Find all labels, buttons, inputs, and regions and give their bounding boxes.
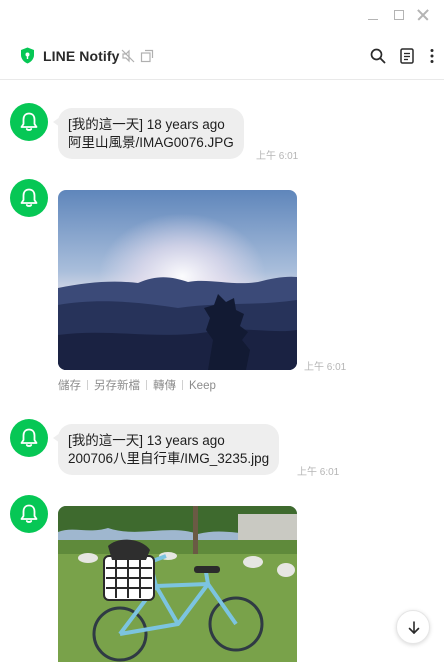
arrow-down-icon	[408, 621, 420, 634]
message-time: 上午 6:01	[304, 362, 347, 373]
save-action[interactable]: 儲存	[58, 380, 81, 392]
bell-icon	[20, 428, 38, 447]
bell-icon	[20, 112, 38, 131]
notes-icon[interactable]	[398, 47, 416, 65]
message-bubble[interactable]: [我的這一天] 13 years ago 200706八里自行車/IMG_323…	[52, 424, 280, 475]
chat-title: LINE Notify	[43, 48, 120, 64]
keep-action[interactable]: Keep	[189, 380, 216, 392]
forward-action[interactable]: 轉傳	[153, 380, 176, 392]
notify-avatar[interactable]	[10, 103, 48, 141]
mute-icon	[121, 49, 135, 63]
message-time: 上午 6:01	[297, 467, 340, 478]
window-controls	[364, 0, 444, 30]
notify-avatar[interactable]	[10, 495, 48, 533]
message-line: [我的這一天] 13 years ago	[68, 433, 225, 448]
notify-avatar[interactable]	[10, 419, 48, 457]
external-link-icon[interactable]	[140, 49, 154, 63]
divider	[87, 380, 88, 390]
divider	[182, 380, 183, 390]
message-line: 阿里山風景/IMAG0076.JPG	[68, 135, 234, 150]
bicycle-park-photo[interactable]	[58, 506, 297, 662]
minimize-icon[interactable]	[365, 7, 381, 23]
close-icon[interactable]	[415, 7, 431, 23]
image-actions: 儲存 另存新檔 轉傳 Keep	[58, 377, 216, 393]
chat-header: LINE Notify	[0, 34, 444, 80]
scroll-to-bottom-button[interactable]	[396, 610, 430, 644]
message-line: [我的這一天] 18 years ago	[68, 117, 225, 132]
bell-icon	[20, 188, 38, 207]
notify-avatar[interactable]	[10, 179, 48, 217]
message-bubble[interactable]: [我的這一天] 18 years ago 阿里山風景/IMAG0076.JPG	[53, 108, 244, 159]
divider	[146, 380, 147, 390]
shield-icon	[21, 47, 34, 64]
search-icon[interactable]	[369, 47, 387, 65]
maximize-icon[interactable]	[391, 7, 407, 23]
save-as-action[interactable]: 另存新檔	[94, 380, 140, 392]
mountain-sunrise-photo[interactable]	[58, 190, 297, 370]
message-line: 200706八里自行車/IMG_3235.jpg	[68, 451, 270, 466]
message-list[interactable]: [我的這一天] 18 years ago 阿里山風景/IMAG0076.JPG …	[0, 81, 444, 662]
more-icon[interactable]	[423, 47, 441, 65]
bell-icon	[20, 504, 38, 523]
message-time: 上午 6:01	[256, 151, 299, 162]
